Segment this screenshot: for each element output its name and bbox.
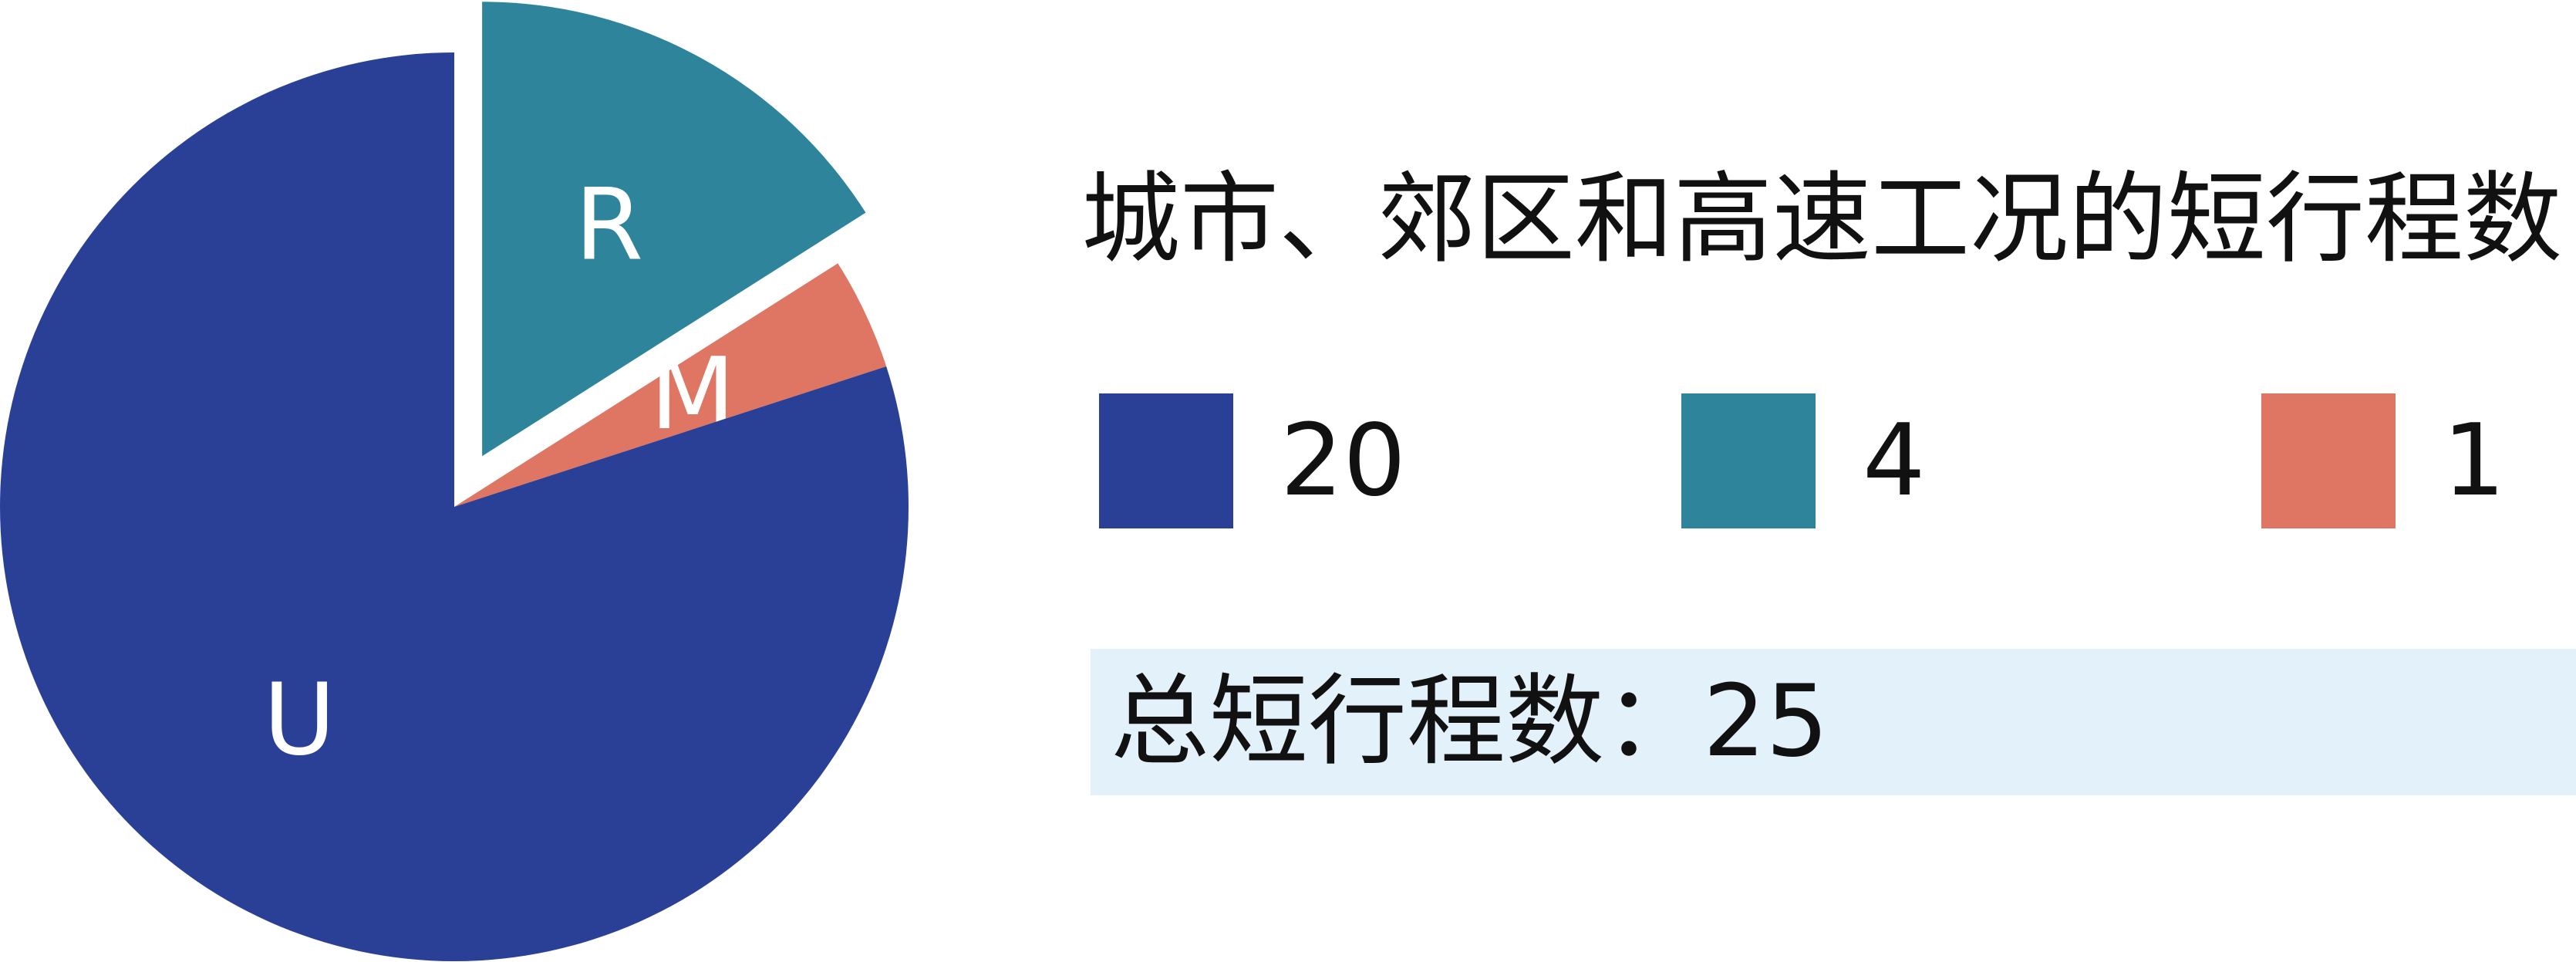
- legend-swatch-u: [1099, 393, 1233, 528]
- total-value: 25: [1703, 664, 1829, 779]
- legend-swatch-r: [1681, 393, 1816, 528]
- legend-value-u: 20: [1280, 403, 1406, 518]
- pie-chart: RMU: [0, 2, 909, 961]
- pie-label-u: U: [263, 663, 335, 778]
- legend: 20 4 1: [1099, 393, 2576, 528]
- total-separator: ：: [1604, 664, 1704, 779]
- total-panel: 总短行程数：25: [1091, 649, 2576, 795]
- legend-value-r: 4: [1863, 403, 1926, 518]
- legend-value-m: 1: [2443, 403, 2506, 518]
- legend-swatch-m: [2261, 393, 2396, 528]
- total-text: 总短行程数：25: [1111, 649, 1829, 795]
- pie-label-r: R: [575, 167, 643, 282]
- total-label: 总短行程数: [1111, 664, 1605, 779]
- chart-title: 城市、郊区和高速工况的短行程数: [1081, 162, 2563, 277]
